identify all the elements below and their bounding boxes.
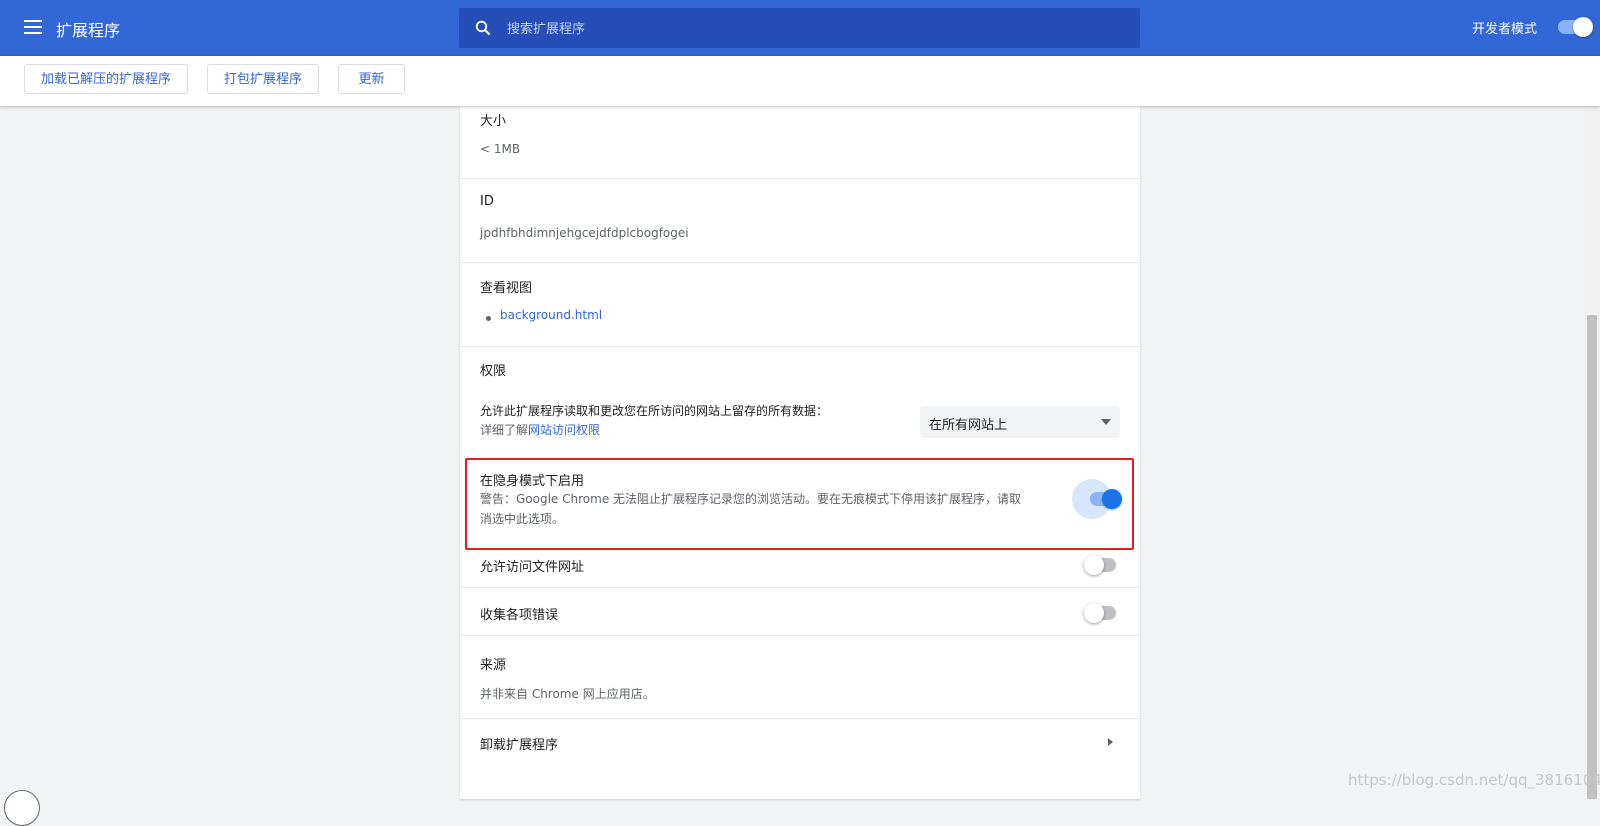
search-icon bbox=[475, 20, 491, 36]
search-input[interactable] bbox=[505, 8, 1129, 50]
site-access-learn-more: 详细了解网站访问权限 bbox=[480, 421, 600, 438]
load-unpacked-button[interactable]: 加载已解压的扩展程序 bbox=[24, 64, 188, 94]
divider bbox=[460, 718, 1140, 719]
top-bar: 扩展程序 开发者模式 bbox=[0, 0, 1600, 56]
id-title: ID bbox=[480, 194, 494, 209]
file-urls-toggle[interactable] bbox=[1084, 555, 1116, 575]
update-button[interactable]: 更新 bbox=[338, 64, 405, 94]
views-title: 查看视图 bbox=[480, 281, 533, 296]
watermark: https://blog.csdn.net/qq_38161040 bbox=[1348, 771, 1600, 789]
incognito-toggle-knob[interactable] bbox=[1102, 489, 1122, 509]
divider bbox=[460, 262, 1140, 263]
scrollbar-thumb[interactable] bbox=[1587, 315, 1597, 799]
site-access-select[interactable]: 在所有网站上 bbox=[920, 406, 1120, 438]
background-page-link[interactable]: background.html bbox=[500, 308, 602, 322]
divider bbox=[460, 346, 1140, 347]
file-urls-title: 允许访问文件网址 bbox=[480, 560, 585, 575]
dev-mode-label: 开发者模式 bbox=[1472, 22, 1538, 37]
extension-details-card: 大小 < 1MB ID jpdhfbhdimnjehgcejdfdplcbogf… bbox=[460, 106, 1140, 799]
size-value: < 1MB bbox=[480, 142, 521, 156]
bullet bbox=[486, 316, 491, 321]
incognito-warning-line-1: 警告：Google Chrome 无法阻止扩展程序记录您的浏览活动。要在无痕模式… bbox=[480, 492, 1022, 506]
collect-errors-title: 收集各项错误 bbox=[480, 608, 559, 623]
page-title: 扩展程序 bbox=[56, 21, 121, 40]
help-icon[interactable] bbox=[4, 790, 40, 826]
learn-more-prefix: 详细了解 bbox=[480, 423, 529, 437]
size-title: 大小 bbox=[480, 114, 507, 129]
menu-icon[interactable] bbox=[24, 19, 42, 35]
id-value: jpdhfbhdimnjehgcejdfdplcbogfogei bbox=[480, 226, 689, 240]
site-access-link[interactable]: 网站访问权限 bbox=[528, 423, 600, 437]
divider bbox=[460, 635, 1140, 636]
source-title: 来源 bbox=[480, 658, 507, 673]
remove-extension-link[interactable]: 卸载扩展程序 bbox=[480, 734, 558, 753]
dev-toolbar: 加载已解压的扩展程序 打包扩展程序 更新 bbox=[0, 56, 1600, 106]
pack-extension-button[interactable]: 打包扩展程序 bbox=[207, 64, 319, 94]
permissions-title: 权限 bbox=[480, 364, 507, 379]
incognito-title: 在隐身模式下启用 bbox=[480, 474, 585, 489]
source-value: 并非来自 Chrome 网上应用店。 bbox=[480, 687, 655, 701]
site-access-text: 允许此扩展程序读取和更改您在所访问的网站上留存的所有数据： bbox=[480, 404, 829, 418]
search-bar[interactable] bbox=[459, 8, 1140, 50]
divider bbox=[460, 178, 1140, 179]
site-access-value: 在所有网站上 bbox=[929, 418, 1008, 433]
divider bbox=[460, 587, 1140, 588]
chevron-right-icon[interactable] bbox=[1108, 738, 1113, 746]
collect-errors-toggle[interactable] bbox=[1084, 603, 1116, 623]
incognito-warning-line-2: 消选中此选项。 bbox=[480, 512, 565, 526]
dev-mode-toggle[interactable] bbox=[1558, 17, 1593, 37]
chevron-down-icon bbox=[1101, 419, 1111, 425]
